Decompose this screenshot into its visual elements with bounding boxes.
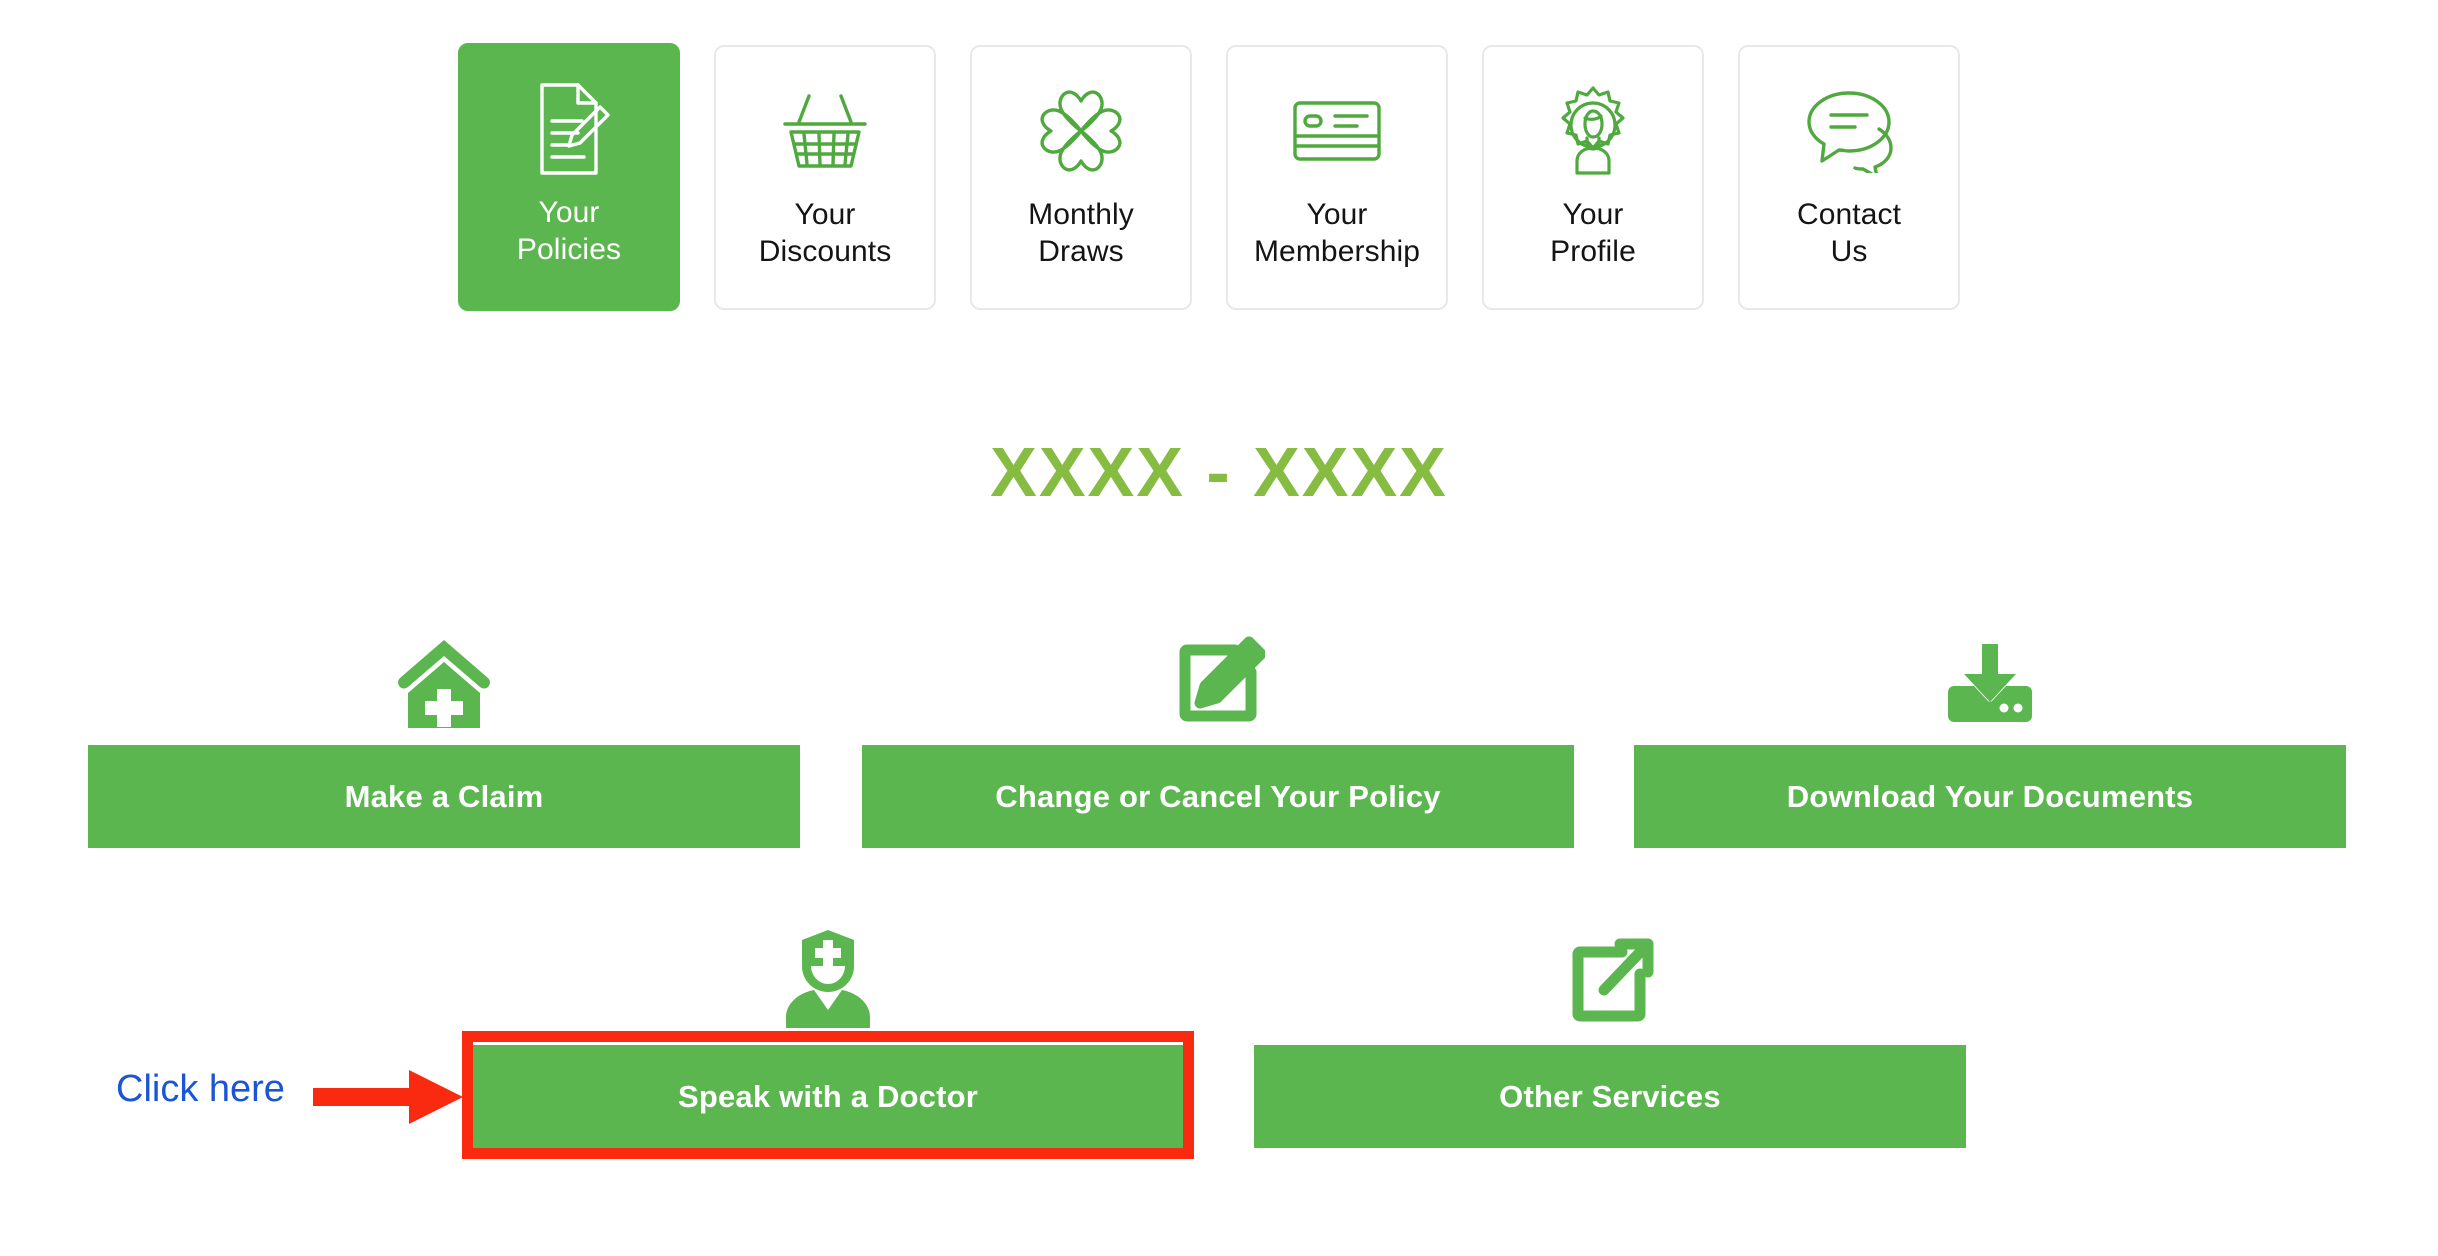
speak-doctor-button[interactable]: Speak with a Doctor xyxy=(472,1045,1184,1148)
change-cancel-button[interactable]: Change or Cancel Your Policy xyxy=(862,745,1574,848)
nav-tile-your-profile[interactable]: Your Profile xyxy=(1482,45,1704,310)
nav-tile-your-membership[interactable]: Your Membership xyxy=(1226,45,1448,310)
nav-tile-your-policies[interactable]: Your Policies xyxy=(458,43,680,311)
external-link-icon xyxy=(1555,920,1665,1030)
annotation-click-here-label: Click here xyxy=(116,1068,285,1110)
other-services-button[interactable]: Other Services xyxy=(1254,1045,1966,1148)
make-claim-action: Make a Claim xyxy=(88,600,800,848)
download-tray-icon xyxy=(1935,620,2045,730)
make-claim-button[interactable]: Make a Claim xyxy=(88,745,800,848)
speak-doctor-action: Speak with a Doctor xyxy=(472,900,1184,1148)
four-leaf-clover-icon xyxy=(1029,79,1133,183)
nav-tile-label: Contact Us xyxy=(1796,198,1902,268)
policy-number-heading: XXXX - XXXX xyxy=(990,433,1448,511)
document-pencil-icon xyxy=(517,77,621,181)
shopping-basket-icon xyxy=(773,79,877,183)
nav-tile-label: Your Discounts xyxy=(758,198,892,268)
nav-tile-row: Your Policies Your Discounts Monthly Dra… xyxy=(0,0,2438,330)
nav-tile-label: Monthly Draws xyxy=(1028,198,1134,268)
change-cancel-action: Change or Cancel Your Policy xyxy=(862,600,1574,848)
nav-tile-monthly-draws[interactable]: Monthly Draws xyxy=(970,45,1192,310)
house-medical-cross-icon xyxy=(389,620,499,730)
other-services-action: Other Services xyxy=(1254,900,1966,1148)
nav-tile-your-discounts[interactable]: Your Discounts xyxy=(714,45,936,310)
nav-tile-label: Your Membership xyxy=(1253,198,1421,268)
membership-card-icon xyxy=(1285,79,1389,183)
nav-tile-label: Your Policies xyxy=(516,196,622,266)
download-documents-button[interactable]: Download Your Documents xyxy=(1634,745,2346,848)
edit-square-pencil-icon xyxy=(1163,620,1273,730)
doctor-person-icon xyxy=(773,920,883,1030)
nav-tile-label: Your Profile xyxy=(1550,198,1636,268)
speech-bubbles-icon xyxy=(1797,79,1901,183)
profile-gear-icon xyxy=(1541,79,1645,183)
download-documents-action: Download Your Documents xyxy=(1634,600,2346,848)
nav-tile-contact-us[interactable]: Contact Us xyxy=(1738,45,1960,310)
right-arrow-icon xyxy=(313,1066,465,1128)
